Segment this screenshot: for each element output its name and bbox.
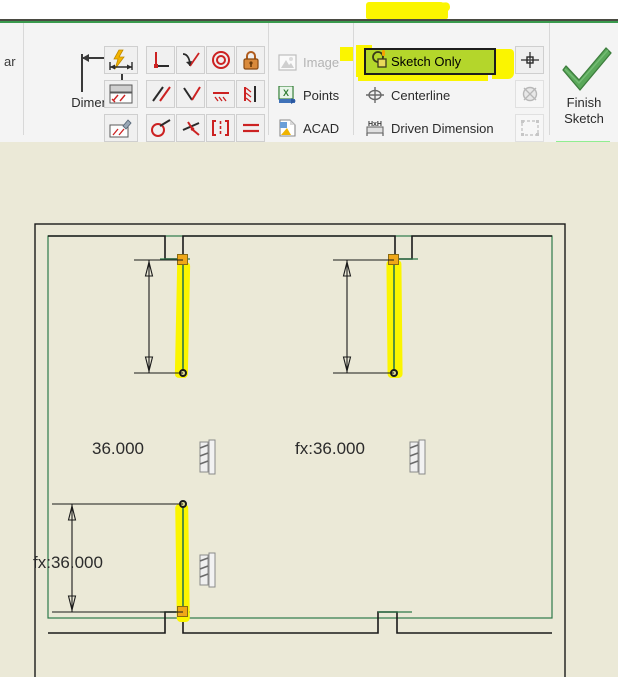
insert-item-acad-label: ACAD	[303, 120, 340, 136]
insert-item-image[interactable]: Image	[276, 49, 339, 75]
svg-text:X: X	[282, 88, 288, 98]
format-item-driven-dimension-label: Driven Dimension	[391, 120, 494, 136]
panel-divider-1	[268, 23, 269, 135]
insert-item-points-label: Points	[303, 87, 340, 103]
equal-icon	[242, 123, 259, 133]
constrain-button-show-constraints[interactable]	[104, 80, 138, 108]
ribbon-accent-line	[0, 21, 618, 23]
fix-constraint-glyph-1[interactable]	[197, 439, 219, 475]
constrain-button-fix[interactable]	[236, 46, 265, 74]
tangent-icon	[182, 52, 200, 67]
show-constraints-icon	[109, 84, 133, 104]
constrain-button-auto-dimension[interactable]	[104, 46, 138, 74]
finish-sketch-label-line1: Finish	[566, 95, 602, 110]
format-item-sketch-only-label: Sketch Only	[391, 54, 462, 69]
window-top-strip	[0, 0, 618, 19]
vertical-icon	[211, 120, 229, 136]
insert-item-image-label: Image	[303, 54, 340, 70]
acad-file-icon	[276, 117, 298, 139]
smooth-icon	[150, 119, 171, 137]
format-button-construction-circle[interactable]	[515, 80, 544, 108]
finish-sketch-label: Finish Sketch	[552, 95, 616, 127]
insert-item-acad[interactable]: ACAD	[276, 115, 339, 141]
highlighter-mark-top-tail	[423, 2, 451, 13]
constrain-button-symmetric[interactable]	[236, 80, 265, 108]
constrain-button-collinear[interactable]	[206, 80, 235, 108]
coincident-icon	[182, 86, 201, 101]
constrain-button-constraint-settings[interactable]	[104, 114, 138, 142]
constrain-button-horizontal[interactable]	[176, 114, 205, 142]
panel-divider-3	[549, 23, 550, 135]
fix-constraint-glyph-3[interactable]	[197, 552, 219, 588]
centerline-icon	[364, 84, 386, 106]
center-point-icon	[520, 52, 539, 68]
sketch-canvas[interactable]: 36.000 fx:36.000 fx:36.000	[0, 142, 618, 677]
format-item-centerline-label: Centerline	[391, 87, 451, 103]
image-icon	[276, 51, 298, 73]
sketch-only-icon	[371, 49, 391, 74]
collinear-icon	[212, 92, 229, 102]
highlighter-mark-image	[340, 47, 354, 61]
clipped-panel-label: ar	[4, 54, 16, 69]
dimension-2-text[interactable]: fx:36.000	[295, 439, 365, 459]
format-button-center-point[interactable]	[515, 46, 544, 74]
lock-icon	[242, 51, 259, 70]
format-item-driven-dimension[interactable]: HxH Driven Dimension	[364, 115, 494, 141]
constrain-button-tangent[interactable]	[176, 46, 205, 74]
constraint-settings-icon	[109, 119, 132, 138]
finish-sketch-label-line2: Sketch	[564, 111, 604, 126]
auto-dimension-icon	[109, 49, 133, 70]
insert-item-points[interactable]: X Points	[276, 82, 339, 108]
horizontal-icon	[182, 121, 200, 136]
symmetric-icon	[243, 86, 256, 103]
constrain-button-concentric[interactable]	[206, 46, 235, 74]
excel-points-icon: X	[276, 84, 298, 106]
finish-sketch-button[interactable]	[556, 46, 616, 99]
panel-divider-0	[23, 23, 24, 135]
construction-rect-icon	[520, 120, 539, 136]
concentric-icon	[211, 51, 230, 69]
green-check-icon	[562, 47, 612, 91]
parallel-icon	[151, 86, 171, 102]
format-button-construction-rect[interactable]	[515, 114, 544, 142]
driven-dimension-icon: HxH	[364, 117, 386, 139]
constrain-button-coincident[interactable]	[176, 80, 205, 108]
constrain-button-smooth[interactable]	[146, 114, 175, 142]
dimension-annotations	[52, 259, 394, 613]
construction-circle-icon	[522, 86, 537, 102]
dimension-3-text[interactable]: fx:36.000	[33, 553, 103, 573]
perpendicular-icon	[153, 52, 169, 68]
sketch-ribbon: ar Dimension Image X Points ACAD Sketch …	[0, 19, 618, 160]
dimension-1-text[interactable]: 36.000	[92, 439, 144, 459]
format-item-sketch-only[interactable]: Sketch Only	[364, 48, 496, 75]
constrain-button-vertical[interactable]	[206, 114, 235, 142]
format-item-centerline[interactable]: Centerline	[364, 82, 450, 108]
constrain-button-parallel[interactable]	[146, 80, 175, 108]
panel-divider-2	[353, 23, 354, 135]
fix-constraint-glyph-2[interactable]	[407, 439, 429, 475]
constrain-button-perpendicular[interactable]	[146, 46, 175, 74]
constrain-button-equal[interactable]	[236, 114, 265, 142]
